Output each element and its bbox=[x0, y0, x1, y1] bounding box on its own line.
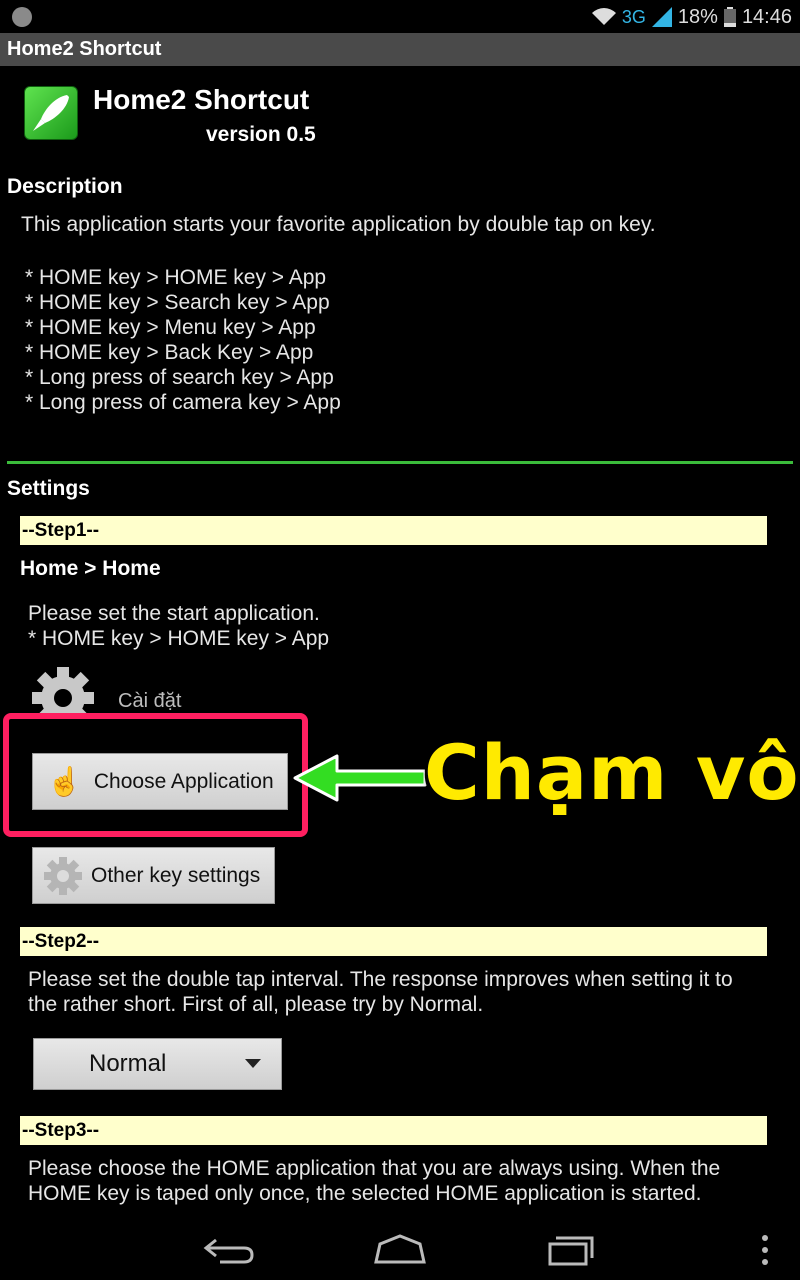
shortcut-list: * HOME key > HOME key > App * HOME key >… bbox=[25, 265, 341, 415]
choose-application-button[interactable]: ☝ Choose Application bbox=[32, 753, 288, 810]
list-item: * HOME key > HOME key > App bbox=[25, 266, 327, 289]
clock: 14:46 bbox=[741, 5, 792, 28]
list-item: * Long press of camera key > App bbox=[25, 391, 341, 414]
recent-apps-icon[interactable] bbox=[540, 1230, 600, 1270]
other-key-settings-button[interactable]: Other key settings bbox=[32, 847, 275, 904]
battery-percent: 18% bbox=[677, 5, 718, 28]
description-text: This application starts your favorite ap… bbox=[21, 213, 656, 236]
step2-bar: --Step2-- bbox=[20, 927, 767, 956]
signal-icon bbox=[651, 7, 672, 27]
messenger-icon bbox=[12, 7, 32, 27]
status-indicators: 3G 18% 14:46 bbox=[591, 4, 792, 30]
description-heading: Description bbox=[7, 175, 123, 198]
settings-heading: Settings bbox=[7, 477, 90, 500]
network-type: 3G bbox=[621, 6, 646, 27]
current-app-label: Cài đặt bbox=[118, 690, 182, 712]
window-title: Home2 Shortcut bbox=[7, 38, 162, 60]
step3-text-line2: HOME key is taped only once, the selecte… bbox=[28, 1182, 702, 1205]
list-item: * HOME key > Menu key > App bbox=[25, 316, 316, 339]
wifi-icon bbox=[591, 8, 616, 25]
battery-icon bbox=[723, 7, 736, 27]
list-item: * HOME key > Back Key > App bbox=[25, 341, 314, 364]
rocket-app-icon bbox=[24, 86, 78, 140]
navigation-bar bbox=[0, 1218, 800, 1280]
app-name: Home2 Shortcut bbox=[93, 84, 310, 115]
step1-text-line1: Please set the start application. bbox=[28, 602, 320, 625]
step1-subheading: Home > Home bbox=[20, 557, 161, 580]
app-version: version 0.5 bbox=[206, 123, 316, 146]
list-item: * HOME key > Search key > App bbox=[25, 291, 330, 314]
step3-bar: --Step3-- bbox=[20, 1116, 767, 1145]
status-bar: 3G 18% 14:46 bbox=[0, 0, 800, 33]
step2-text-line2: the rather short. First of all, please t… bbox=[28, 993, 484, 1016]
green-arrow-icon bbox=[293, 754, 427, 802]
title-bar: Home2 Shortcut bbox=[0, 33, 800, 66]
back-icon[interactable] bbox=[200, 1230, 260, 1270]
step1-bar: --Step1-- bbox=[20, 516, 767, 545]
choose-application-label: Choose Application bbox=[93, 769, 274, 793]
callout-text: Chạm vô bbox=[424, 728, 800, 817]
section-divider bbox=[7, 461, 793, 464]
step3-text-line1: Please choose the HOME application that … bbox=[28, 1157, 721, 1180]
gear-icon bbox=[44, 856, 82, 895]
list-item: * Long press of search key > App bbox=[25, 366, 334, 389]
step1-text-line2: * HOME key > HOME key > App bbox=[28, 627, 330, 650]
interval-dropdown[interactable]: Normal bbox=[33, 1038, 282, 1090]
dropdown-arrow-icon bbox=[245, 1059, 261, 1068]
home-icon[interactable] bbox=[370, 1230, 430, 1270]
pointing-hand-icon: ☝ bbox=[47, 766, 82, 797]
other-key-settings-label: Other key settings bbox=[91, 863, 261, 887]
step2-text-line1: Please set the double tap interval. The … bbox=[28, 968, 733, 991]
interval-dropdown-value: Normal bbox=[89, 1050, 167, 1077]
overflow-menu-icon[interactable] bbox=[735, 1230, 795, 1270]
